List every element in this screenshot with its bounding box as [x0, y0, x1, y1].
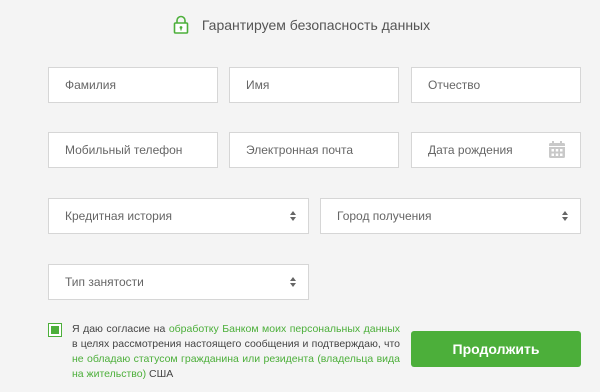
checkbox-checked-icon — [51, 326, 59, 334]
calendar-icon[interactable] — [548, 141, 566, 159]
first-name-placeholder: Имя — [246, 78, 270, 92]
birth-date-field[interactable]: Дата рождения — [411, 132, 581, 168]
mobile-phone-field[interactable]: Мобильный телефон — [48, 132, 218, 168]
consent-text-part: Я даю согласие на — [72, 323, 169, 335]
consent-text: Я даю согласие на обработку Банком моих … — [72, 322, 400, 382]
city-placeholder: Город получения — [337, 209, 432, 223]
select-arrows-icon — [562, 211, 568, 221]
select-arrows-icon — [290, 211, 296, 221]
credit-history-placeholder: Кредитная история — [65, 209, 173, 223]
credit-history-select[interactable]: Кредитная история — [48, 198, 309, 234]
last-name-placeholder: Фамилия — [65, 78, 116, 92]
mobile-phone-placeholder: Мобильный телефон — [65, 143, 183, 157]
last-name-field[interactable]: Фамилия — [48, 67, 218, 103]
consent-checkbox[interactable] — [48, 323, 62, 337]
email-field[interactable]: Электронная почта — [229, 132, 399, 168]
email-placeholder: Электронная почта — [246, 143, 354, 157]
consent-text-part: в целях рассмотрения настоящего сообщени… — [72, 338, 400, 350]
birth-date-placeholder: Дата рождения — [428, 143, 513, 157]
security-title: Гарантируем безопасность данных — [201, 17, 431, 33]
city-select[interactable]: Город получения — [320, 198, 581, 234]
consent-block: Я даю согласие на обработку Банком моих … — [48, 322, 400, 382]
select-arrows-icon — [290, 277, 296, 287]
lock-icon — [170, 14, 192, 36]
middle-name-field[interactable]: Отчество — [411, 67, 581, 103]
security-banner: Гарантируем безопасность данных — [0, 14, 600, 36]
employment-type-select[interactable]: Тип занятости — [48, 264, 309, 300]
personal-data-link[interactable]: обработку Банком моих персональных данны… — [169, 323, 400, 335]
middle-name-placeholder: Отчество — [428, 78, 481, 92]
consent-text-part: США — [146, 368, 174, 380]
continue-button[interactable]: Продолжить — [411, 331, 581, 367]
us-status-link[interactable]: не обладаю статусом гражданина или резид… — [72, 353, 400, 380]
employment-type-placeholder: Тип занятости — [65, 275, 144, 289]
first-name-field[interactable]: Имя — [229, 67, 399, 103]
